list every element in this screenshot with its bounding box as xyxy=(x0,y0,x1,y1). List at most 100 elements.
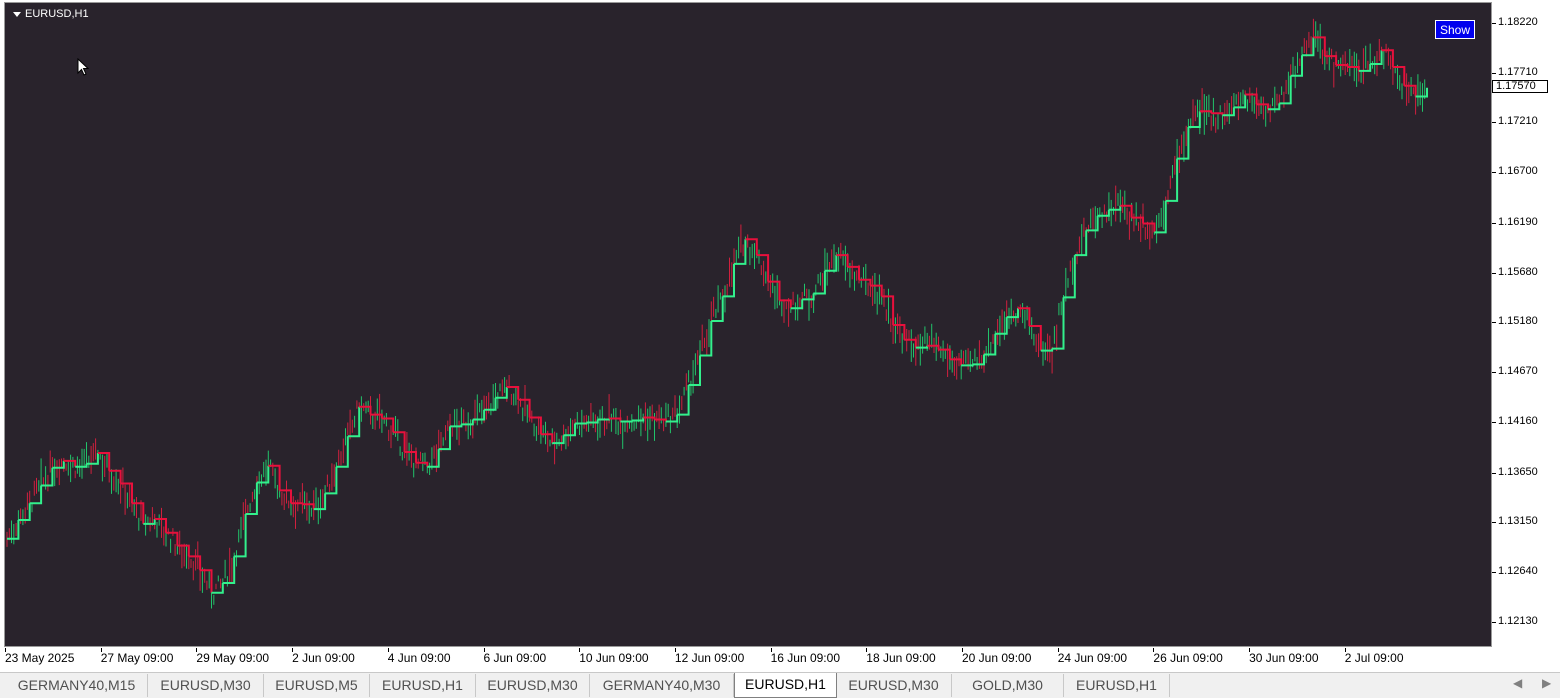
trend-segment xyxy=(1347,66,1360,71)
trend-segment xyxy=(404,451,417,463)
trend-segment xyxy=(1131,216,1144,224)
trend-segment xyxy=(120,482,133,504)
mouse-cursor-icon xyxy=(77,58,89,76)
trend-segment xyxy=(643,416,656,420)
trend-segment xyxy=(450,424,463,428)
chart-tab[interactable]: EURUSD,M30 xyxy=(836,674,952,697)
price-axis[interactable]: 1.18220 1.17710 1.17210 1.16700 1.16190 1.156… xyxy=(1492,0,1560,650)
chart-tab[interactable]: EURUSD,M5 xyxy=(264,674,370,697)
price-tick-label: 1.13650 xyxy=(1498,465,1538,478)
trend-segment xyxy=(620,420,633,423)
trend-segment xyxy=(1370,50,1383,65)
trend-segment xyxy=(188,555,202,571)
trend-segment xyxy=(1074,230,1088,257)
time-tick-label: 4 Jun 09:00 xyxy=(387,651,451,665)
trend-segment xyxy=(200,569,213,593)
trend-segment xyxy=(1154,200,1167,234)
plot-area[interactable]: EURUSD,H1 Show xyxy=(4,2,1492,647)
chart-tab[interactable]: GERMANY40,M15 xyxy=(6,674,148,697)
trend-segment xyxy=(268,464,281,491)
price-chart[interactable] xyxy=(5,3,1491,646)
chart-tab[interactable]: EURUSD,H1 xyxy=(370,674,476,697)
trend-segment xyxy=(416,461,429,467)
trend-segment xyxy=(1392,66,1406,86)
chart-tab[interactable]: EURUSD,M30 xyxy=(476,674,590,697)
trend-segment xyxy=(1233,94,1247,109)
trend-segment xyxy=(575,422,588,425)
trend-segment xyxy=(245,482,258,515)
chart-tab[interactable]: GOLD,M30 xyxy=(952,674,1064,697)
trend-segment xyxy=(256,465,270,484)
trend-segment xyxy=(381,417,395,433)
trend-segment xyxy=(393,431,406,452)
price-tick-mark xyxy=(1492,472,1496,474)
trend-segment xyxy=(995,317,1008,335)
trend-segment xyxy=(1268,103,1281,111)
trend-segment xyxy=(211,583,224,594)
time-tick-label: 18 Jun 09:00 xyxy=(866,651,936,665)
trend-segment xyxy=(302,503,315,510)
symbol-title[interactable]: EURUSD,H1 xyxy=(13,8,89,20)
price-tick-mark xyxy=(1492,22,1496,24)
trend-segment xyxy=(472,409,486,421)
trend-segment xyxy=(972,354,985,366)
trend-segment xyxy=(677,385,690,416)
trend-segment xyxy=(688,355,701,386)
chart-tab[interactable]: EURUSD,H1 xyxy=(734,673,837,698)
trend-segment xyxy=(7,520,20,540)
dropdown-triangle-icon[interactable] xyxy=(13,11,21,17)
trend-segment xyxy=(438,426,451,451)
trend-segment xyxy=(325,466,338,495)
trend-segment xyxy=(427,449,440,468)
trend-segment xyxy=(461,419,474,426)
time-tick-label: 2 Jun 09:00 xyxy=(292,651,355,665)
trend-segment xyxy=(1211,112,1224,116)
time-tick-label: 29 May 09:00 xyxy=(196,651,270,665)
trend-segment xyxy=(904,338,917,348)
trend-segment xyxy=(540,433,554,444)
chart-tab-bar: ◀ ▶ GERMANY40,M15 EURUSD,M30 EURUSD,M5 EURU… xyxy=(0,672,1560,698)
price-tick-label: 1.18220 xyxy=(1498,15,1538,28)
price-tick-label: 1.14160 xyxy=(1498,415,1538,428)
trend-segment xyxy=(1256,103,1269,110)
trend-segment xyxy=(143,519,156,525)
show-button[interactable]: Show xyxy=(1435,20,1475,39)
trend-segment xyxy=(1177,127,1190,160)
trend-segment xyxy=(1381,49,1394,67)
trend-segment xyxy=(291,502,304,505)
tab-scroll-right-icon[interactable]: ▶ xyxy=(1542,676,1551,690)
trend-segment xyxy=(597,418,611,421)
trend-segment xyxy=(234,514,247,558)
price-tick-mark xyxy=(1492,272,1496,274)
price-tick-label: 1.13150 xyxy=(1498,514,1538,527)
price-tick-label: 1.14670 xyxy=(1498,365,1538,378)
trend-segment xyxy=(961,364,974,367)
trend-segment xyxy=(75,463,88,468)
trend-segment xyxy=(1313,36,1326,57)
trend-segment xyxy=(915,345,929,349)
trend-segment xyxy=(1097,209,1110,217)
trend-segment xyxy=(86,453,99,465)
time-axis[interactable]: 23 May 2025 27 May 09:00 29 May 09:00 2 Jun… xyxy=(0,648,1492,670)
price-tick-label: 1.15180 xyxy=(1498,315,1538,327)
trend-segment xyxy=(495,387,508,399)
chart-tab[interactable]: EURUSD,M30 xyxy=(148,674,264,697)
trend-segment xyxy=(1086,215,1099,232)
trend-segment xyxy=(1108,205,1122,211)
time-tick-label: 30 Jun 09:00 xyxy=(1249,651,1319,665)
trend-segment xyxy=(132,502,145,524)
trend-segment xyxy=(631,417,645,422)
trend-segment xyxy=(756,254,770,282)
chart-tab[interactable]: GERMANY40,M30 xyxy=(590,674,734,697)
trend-segment xyxy=(109,469,122,484)
trend-segment xyxy=(927,344,940,350)
tab-scroll-left-icon[interactable]: ◀ xyxy=(1513,676,1522,690)
trend-segment xyxy=(529,416,542,435)
time-tick-label: 2 Jul 09:00 xyxy=(1344,651,1404,665)
trend-segment xyxy=(552,435,565,445)
chart-window[interactable]: EURUSD,H1 Show 1.18220 1.17710 1.17210 1.16… xyxy=(0,0,1560,672)
trend-line xyxy=(7,36,1428,594)
trend-segment xyxy=(336,436,349,468)
price-tick-label: 1.17210 xyxy=(1498,115,1538,128)
chart-tab[interactable]: EURUSD,H1 xyxy=(1064,674,1170,697)
